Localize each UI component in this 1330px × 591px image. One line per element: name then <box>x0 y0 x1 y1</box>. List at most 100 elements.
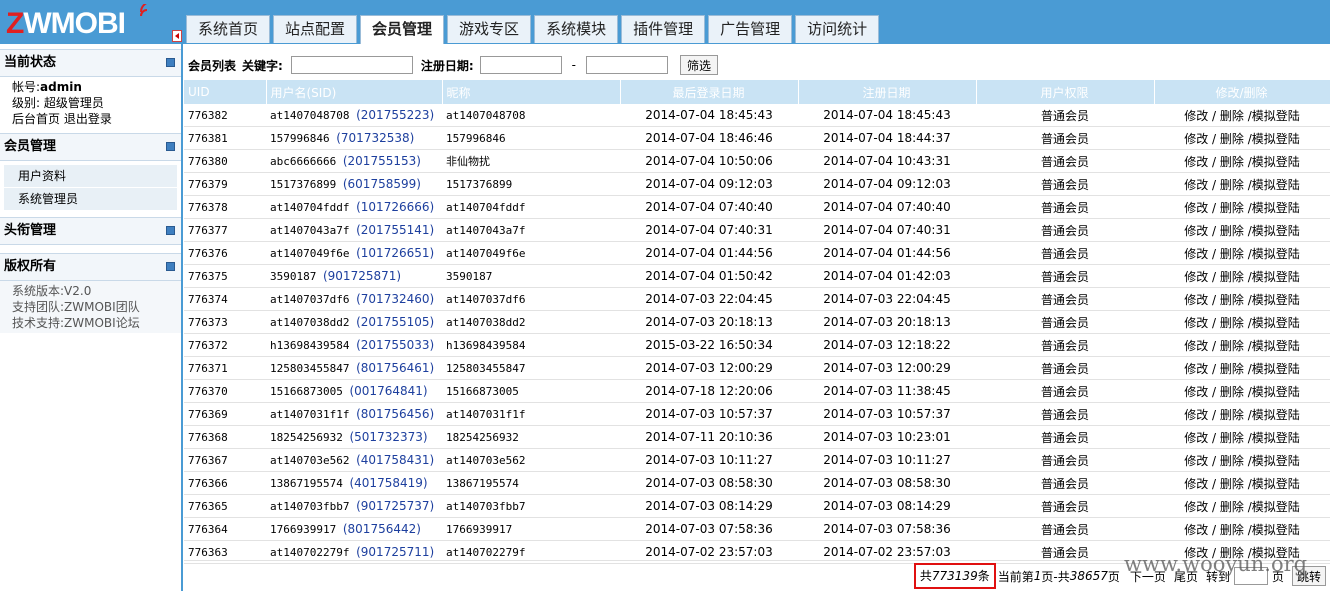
simulate-login-link[interactable]: 模拟登陆 <box>1252 431 1300 445</box>
home-link[interactable]: 后台首页 <box>12 112 60 126</box>
collapse-sidebar-icon[interactable] <box>172 30 182 42</box>
simulate-login-link[interactable]: 模拟登陆 <box>1252 109 1300 123</box>
sid-link[interactable]: (201755105) <box>356 315 434 329</box>
tab-4[interactable]: 系统模块 <box>534 15 619 43</box>
delete-link[interactable]: 删除 <box>1220 224 1244 238</box>
tab-6[interactable]: 广告管理 <box>708 15 793 43</box>
sid-link[interactable]: (801756456) <box>356 407 434 421</box>
toggle-icon[interactable] <box>166 142 175 151</box>
sid-link[interactable]: (901725871) <box>323 269 401 283</box>
simulate-login-link[interactable]: 模拟登陆 <box>1252 224 1300 238</box>
filter-button[interactable]: 筛选 <box>679 55 718 75</box>
simulate-login-link[interactable]: 模拟登陆 <box>1252 293 1300 307</box>
delete-link[interactable]: 删除 <box>1220 431 1244 445</box>
tab-3[interactable]: 游戏专区 <box>447 15 532 43</box>
delete-link[interactable]: 删除 <box>1220 316 1244 330</box>
simulate-login-link[interactable]: 模拟登陆 <box>1252 385 1300 399</box>
delete-link[interactable]: 删除 <box>1220 454 1244 468</box>
toggle-icon[interactable] <box>166 58 175 67</box>
sid-link[interactable]: (101726666) <box>356 200 434 214</box>
edit-link[interactable]: 修改 <box>1184 201 1208 215</box>
delete-link[interactable]: 删除 <box>1220 247 1244 261</box>
delete-link[interactable]: 删除 <box>1220 178 1244 192</box>
tab-0[interactable]: 系统首页 <box>186 15 271 43</box>
delete-link[interactable]: 删除 <box>1220 270 1244 284</box>
delete-link[interactable]: 删除 <box>1220 385 1244 399</box>
simulate-login-link[interactable]: 模拟登陆 <box>1252 523 1300 537</box>
edit-link[interactable]: 修改 <box>1184 270 1208 284</box>
simulate-login-link[interactable]: 模拟登陆 <box>1252 316 1300 330</box>
edit-link[interactable]: 修改 <box>1184 132 1208 146</box>
edit-link[interactable]: 修改 <box>1184 316 1208 330</box>
simulate-login-link[interactable]: 模拟登陆 <box>1252 132 1300 146</box>
sidebar-section-member[interactable]: 会员管理 <box>0 133 181 161</box>
sid-link[interactable]: (401758431) <box>356 453 434 467</box>
toggle-icon[interactable] <box>166 226 175 235</box>
sid-link[interactable]: (801756461) <box>356 361 434 375</box>
sid-link[interactable]: (001764841) <box>349 384 427 398</box>
reg-date-end-input[interactable] <box>585 56 668 74</box>
sid-link[interactable]: (401758419) <box>349 476 427 490</box>
tab-7[interactable]: 访问统计 <box>795 15 880 43</box>
tab-1[interactable]: 站点配置 <box>273 15 358 43</box>
delete-link[interactable]: 删除 <box>1220 109 1244 123</box>
edit-link[interactable]: 修改 <box>1184 109 1208 123</box>
reg-date-start-input[interactable] <box>479 56 562 74</box>
sid-link[interactable]: (601758599) <box>343 177 421 191</box>
sid-link[interactable]: (201755223) <box>356 108 434 122</box>
sid-link[interactable]: (101726651) <box>356 246 434 260</box>
delete-link[interactable]: 删除 <box>1220 523 1244 537</box>
sidebar-section-status[interactable]: 当前状态 <box>0 49 181 77</box>
delete-link[interactable]: 删除 <box>1220 362 1244 376</box>
sid-link[interactable]: (701732460) <box>356 292 434 306</box>
toggle-icon[interactable] <box>166 262 175 271</box>
edit-link[interactable]: 修改 <box>1184 385 1208 399</box>
edit-link[interactable]: 修改 <box>1184 224 1208 238</box>
edit-link[interactable]: 修改 <box>1184 431 1208 445</box>
sidebar-item-user-profile[interactable]: 用户资料 <box>4 165 177 188</box>
keyword-input[interactable] <box>290 56 413 74</box>
sid-link[interactable]: (701732538) <box>336 131 414 145</box>
tab-5[interactable]: 插件管理 <box>621 15 706 43</box>
simulate-login-link[interactable]: 模拟登陆 <box>1252 408 1300 422</box>
delete-link[interactable]: 删除 <box>1220 132 1244 146</box>
logout-link[interactable]: 退出登录 <box>64 112 112 126</box>
edit-link[interactable]: 修改 <box>1184 454 1208 468</box>
edit-link[interactable]: 修改 <box>1184 293 1208 307</box>
sid-link[interactable]: (501732373) <box>349 430 427 444</box>
simulate-login-link[interactable]: 模拟登陆 <box>1252 247 1300 261</box>
delete-link[interactable]: 删除 <box>1220 408 1244 422</box>
simulate-login-link[interactable]: 模拟登陆 <box>1252 362 1300 376</box>
edit-link[interactable]: 修改 <box>1184 362 1208 376</box>
sid-link[interactable]: (201755141) <box>356 223 434 237</box>
simulate-login-link[interactable]: 模拟登陆 <box>1252 339 1300 353</box>
edit-link[interactable]: 修改 <box>1184 178 1208 192</box>
tab-2[interactable]: 会员管理 <box>360 15 445 44</box>
edit-link[interactable]: 修改 <box>1184 339 1208 353</box>
delete-link[interactable]: 删除 <box>1220 500 1244 514</box>
sidebar-section-copyright[interactable]: 版权所有 <box>0 253 181 281</box>
simulate-login-link[interactable]: 模拟登陆 <box>1252 500 1300 514</box>
sid-link[interactable]: (801756442) <box>343 522 421 536</box>
edit-link[interactable]: 修改 <box>1184 247 1208 261</box>
edit-link[interactable]: 修改 <box>1184 408 1208 422</box>
simulate-login-link[interactable]: 模拟登陆 <box>1252 454 1300 468</box>
delete-link[interactable]: 删除 <box>1220 339 1244 353</box>
delete-link[interactable]: 删除 <box>1220 201 1244 215</box>
delete-link[interactable]: 删除 <box>1220 477 1244 491</box>
edit-link[interactable]: 修改 <box>1184 155 1208 169</box>
edit-link[interactable]: 修改 <box>1184 523 1208 537</box>
simulate-login-link[interactable]: 模拟登陆 <box>1252 155 1300 169</box>
delete-link[interactable]: 删除 <box>1220 293 1244 307</box>
sid-link[interactable]: (201755153) <box>343 154 421 168</box>
sidebar-item-sys-admin[interactable]: 系统管理员 <box>4 188 177 211</box>
delete-link[interactable]: 删除 <box>1220 155 1244 169</box>
simulate-login-link[interactable]: 模拟登陆 <box>1252 270 1300 284</box>
simulate-login-link[interactable]: 模拟登陆 <box>1252 178 1300 192</box>
edit-link[interactable]: 修改 <box>1184 477 1208 491</box>
sidebar-section-title[interactable]: 头衔管理 <box>0 217 181 245</box>
simulate-login-link[interactable]: 模拟登陆 <box>1252 201 1300 215</box>
simulate-login-link[interactable]: 模拟登陆 <box>1252 477 1300 491</box>
sid-link[interactable]: (201755033) <box>356 338 434 352</box>
edit-link[interactable]: 修改 <box>1184 500 1208 514</box>
